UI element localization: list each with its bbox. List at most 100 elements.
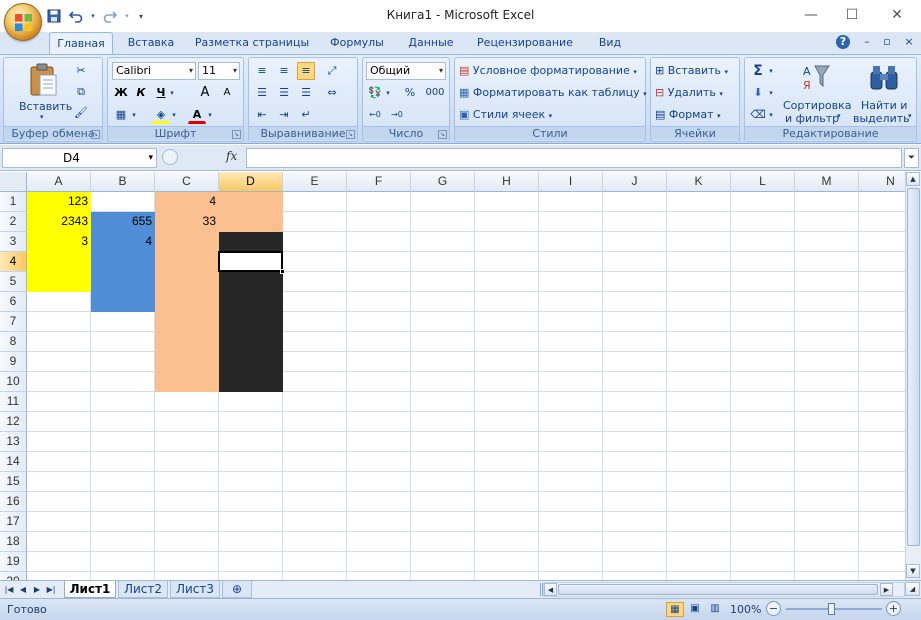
cell-f2[interactable] <box>347 212 411 232</box>
wrap-text-icon[interactable]: ↵ <box>297 106 315 124</box>
font-launcher-icon[interactable]: ↘ <box>232 130 241 139</box>
cell-l11[interactable] <box>731 392 795 412</box>
cell-n3[interactable] <box>859 232 905 252</box>
cell-c5[interactable] <box>155 272 219 292</box>
cell-g19[interactable] <box>411 552 475 572</box>
cell-c6[interactable] <box>155 292 219 312</box>
cell-n11[interactable] <box>859 392 905 412</box>
cell-e3[interactable] <box>283 232 347 252</box>
cell-i2[interactable] <box>539 212 603 232</box>
cell-d15[interactable] <box>219 472 283 492</box>
cell-d12[interactable] <box>219 412 283 432</box>
column-header-a[interactable]: A <box>27 172 91 192</box>
cell-f7[interactable] <box>347 312 411 332</box>
cell-n5[interactable] <box>859 272 905 292</box>
cell-c12[interactable] <box>155 412 219 432</box>
cell-n8[interactable] <box>859 332 905 352</box>
cell-g18[interactable] <box>411 532 475 552</box>
cell-b16[interactable] <box>91 492 155 512</box>
cell-c16[interactable] <box>155 492 219 512</box>
cell-k19[interactable] <box>667 552 731 572</box>
cell-i3[interactable] <box>539 232 603 252</box>
cell-l12[interactable] <box>731 412 795 432</box>
cell-h5[interactable] <box>475 272 539 292</box>
cell-n20[interactable] <box>859 572 905 580</box>
cell-j2[interactable] <box>603 212 667 232</box>
cell-m2[interactable] <box>795 212 859 232</box>
cell-c15[interactable] <box>155 472 219 492</box>
row-header-18[interactable]: 18 <box>0 532 27 552</box>
cell-b14[interactable] <box>91 452 155 472</box>
increase-indent-icon[interactable]: ⇥ <box>275 106 293 124</box>
cell-e11[interactable] <box>283 392 347 412</box>
cell-g17[interactable] <box>411 512 475 532</box>
tab-page-layout[interactable]: Разметка страницы <box>192 32 312 54</box>
column-header-e[interactable]: E <box>283 172 347 192</box>
cell-h1[interactable] <box>475 192 539 212</box>
align-left-icon[interactable]: ☰ <box>253 84 271 102</box>
cell-b9[interactable] <box>91 352 155 372</box>
horizontal-scrollbar[interactable]: ◀ ▶ <box>543 582 905 597</box>
cell-f12[interactable] <box>347 412 411 432</box>
cell-g7[interactable] <box>411 312 475 332</box>
column-header-m[interactable]: M <box>795 172 859 192</box>
cell-l20[interactable] <box>731 572 795 580</box>
scroll-left-icon[interactable]: ◀ <box>544 583 557 596</box>
cell-j14[interactable] <box>603 452 667 472</box>
cell-m12[interactable] <box>795 412 859 432</box>
cell-d14[interactable] <box>219 452 283 472</box>
row-header-19[interactable]: 19 <box>0 552 27 572</box>
prev-sheet-icon[interactable]: ◀ <box>17 583 29 596</box>
cell-f10[interactable] <box>347 372 411 392</box>
cell-f9[interactable] <box>347 352 411 372</box>
cell-a11[interactable] <box>27 392 91 412</box>
cell-j8[interactable] <box>603 332 667 352</box>
fill-handle[interactable] <box>280 269 285 274</box>
fill-color-icon[interactable]: ◈ <box>152 106 170 124</box>
column-header-k[interactable]: K <box>667 172 731 192</box>
align-top-icon[interactable]: ≡ <box>253 62 271 80</box>
cell-e1[interactable] <box>283 192 347 212</box>
cell-b7[interactable] <box>91 312 155 332</box>
number-launcher-icon[interactable]: ↘ <box>438 130 447 139</box>
cell-n15[interactable] <box>859 472 905 492</box>
cell-i4[interactable] <box>539 252 603 272</box>
cell-i13[interactable] <box>539 432 603 452</box>
cell-j20[interactable] <box>603 572 667 580</box>
cell-j5[interactable] <box>603 272 667 292</box>
cell-d20[interactable] <box>219 572 283 580</box>
cell-f6[interactable] <box>347 292 411 312</box>
cell-a1[interactable]: 123 <box>27 192 91 212</box>
cell-d5[interactable] <box>219 272 283 292</box>
normal-view-icon[interactable]: ▦ <box>666 602 684 617</box>
cell-c7[interactable] <box>155 312 219 332</box>
cell-k14[interactable] <box>667 452 731 472</box>
row-header-4[interactable]: 4 <box>0 252 27 272</box>
row-header-9[interactable]: 9 <box>0 352 27 372</box>
cell-f15[interactable] <box>347 472 411 492</box>
cell-d13[interactable] <box>219 432 283 452</box>
align-right-icon[interactable]: ☰ <box>297 84 315 102</box>
cell-h16[interactable] <box>475 492 539 512</box>
autosum-dropdown-icon[interactable]: ▾ <box>767 62 775 80</box>
cell-h8[interactable] <box>475 332 539 352</box>
cell-m4[interactable] <box>795 252 859 272</box>
cell-a3[interactable]: 3 <box>27 232 91 252</box>
cell-k15[interactable] <box>667 472 731 492</box>
insert-cells-button[interactable]: ⊞ Вставить ▾ <box>655 64 728 77</box>
cell-g13[interactable] <box>411 432 475 452</box>
cell-j1[interactable] <box>603 192 667 212</box>
cell-n2[interactable] <box>859 212 905 232</box>
cell-a5[interactable] <box>27 272 91 292</box>
cell-c2[interactable]: 33 <box>155 212 219 232</box>
cell-e10[interactable] <box>283 372 347 392</box>
next-sheet-icon[interactable]: ▶ <box>31 583 43 596</box>
active-cell-cursor[interactable] <box>218 251 283 272</box>
scroll-up-icon[interactable]: ▲ <box>906 172 920 186</box>
cell-l8[interactable] <box>731 332 795 352</box>
cell-h2[interactable] <box>475 212 539 232</box>
page-layout-view-icon[interactable]: ▣ <box>686 602 704 617</box>
cell-k1[interactable] <box>667 192 731 212</box>
cell-j10[interactable] <box>603 372 667 392</box>
cell-m18[interactable] <box>795 532 859 552</box>
